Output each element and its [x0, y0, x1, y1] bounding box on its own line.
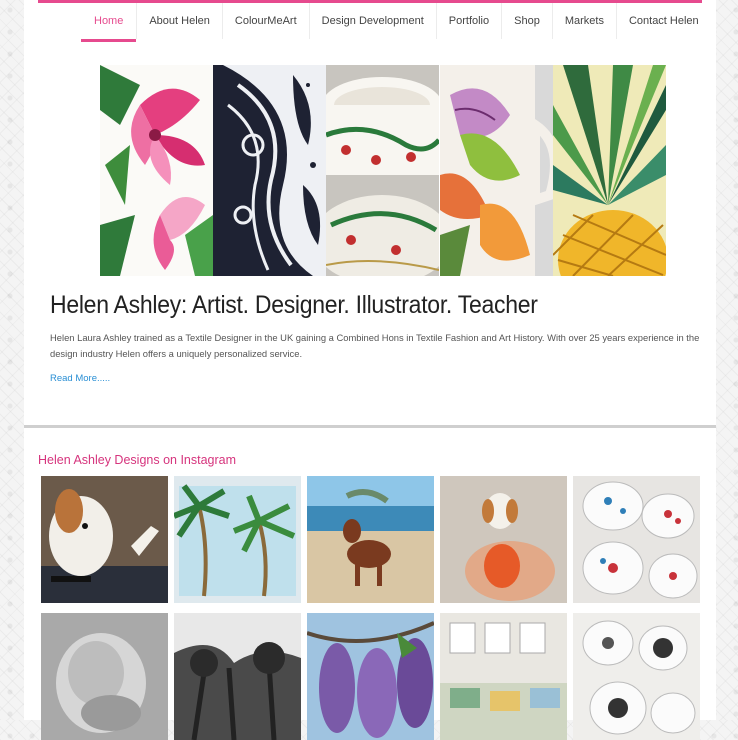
instagram-photo-dog-with-spoon[interactable]	[41, 476, 168, 603]
instagram-photo-wisteria[interactable]	[307, 613, 434, 740]
instagram-photo-floral-bowls[interactable]	[573, 476, 700, 603]
hero-banner	[100, 65, 667, 276]
instagram-photo-palm-fabric[interactable]	[174, 476, 301, 603]
instagram-grid	[41, 476, 703, 740]
hero-panel-paisley	[213, 65, 327, 276]
instagram-photo-ink-tree[interactable]	[174, 613, 301, 740]
instagram-section-title: Helen Ashley Designs on Instagram	[38, 453, 237, 467]
instagram-photo-beagle-spoon[interactable]	[440, 476, 567, 603]
hero-panel-pineapple	[552, 65, 667, 276]
nav-home[interactable]: Home	[81, 3, 137, 42]
nav-markets[interactable]: Markets	[551, 3, 616, 39]
nav-design-development[interactable]: Design Development	[308, 3, 436, 39]
main-nav: Home About Helen ColourMeArt Design Deve…	[81, 3, 711, 42]
nav-contact-helen[interactable]: Contact Helen	[615, 3, 711, 39]
section-divider	[24, 425, 716, 428]
nav-shop[interactable]: Shop	[501, 3, 552, 39]
instagram-photo-patterned-bowls[interactable]	[573, 613, 700, 740]
nav-portfolio[interactable]: Portfolio	[435, 3, 501, 39]
read-more-link[interactable]: Read More.....	[50, 373, 110, 384]
nav-colourmeart[interactable]: ColourMeArt	[221, 3, 309, 39]
instagram-photo-sleeping-baby[interactable]	[41, 613, 168, 740]
hero-panel-mug	[439, 65, 553, 276]
instagram-photo-market-stall[interactable]	[440, 613, 567, 740]
page-container: Home About Helen ColourMeArt Design Deve…	[24, 0, 716, 740]
hero-panel-lily	[100, 65, 213, 276]
page-title: Helen Ashley: Artist. Designer. Illustra…	[50, 291, 538, 319]
instagram-photo-dog-on-beach[interactable]	[307, 476, 434, 603]
intro-description: Helen Laura Ashley trained as a Textile …	[50, 332, 700, 359]
nav-about-helen[interactable]: About Helen	[136, 3, 222, 39]
hero-panel-teacup	[326, 65, 440, 276]
